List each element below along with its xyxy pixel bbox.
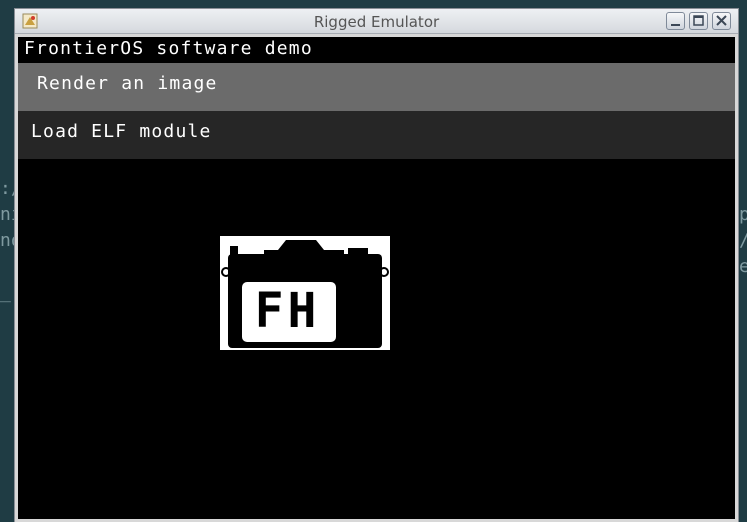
logo-text: FH	[254, 283, 321, 339]
minimize-icon	[671, 24, 680, 26]
screen-title: FrontierOS software demo	[24, 38, 313, 59]
background-terminal-left: :/nino -_	[0, 178, 14, 303]
minimize-button[interactable]	[666, 12, 685, 30]
title-bar[interactable]: Rigged Emulator	[15, 9, 738, 34]
background-terminal-right: p/e	[739, 204, 747, 277]
emulator-screen[interactable]: FrontierOS software demo Render an image…	[18, 37, 735, 519]
menu-item-render-image[interactable]: Render an image	[18, 63, 735, 111]
maximize-icon	[693, 15, 704, 26]
close-button[interactable]	[712, 12, 731, 30]
menu-item-load-elf[interactable]: Load ELF module	[18, 111, 735, 159]
emulator-window: Rigged Emulator FrontierOS software demo…	[14, 8, 739, 522]
menu-item-label: Render an image	[37, 73, 218, 94]
menu-item-label: Load ELF module	[31, 121, 212, 142]
rendered-image: FH	[220, 236, 390, 350]
window-title: Rigged Emulator	[313, 13, 440, 31]
close-icon	[716, 15, 727, 26]
maximize-button[interactable]	[689, 12, 708, 30]
